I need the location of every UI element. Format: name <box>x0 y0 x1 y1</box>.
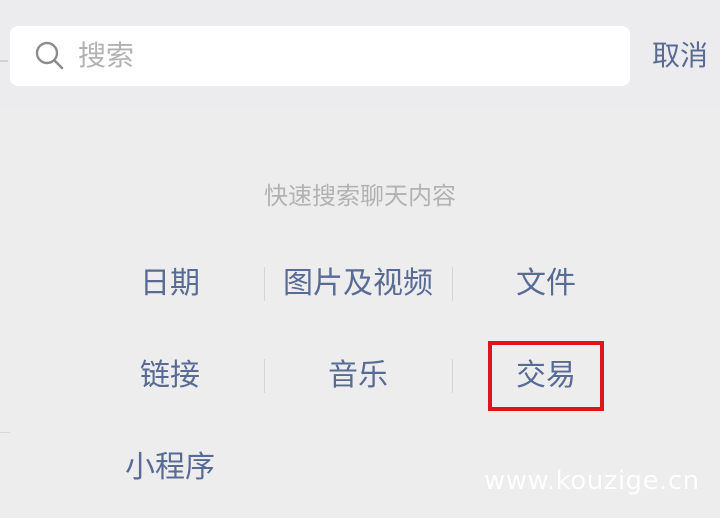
category-images-videos[interactable]: 图片及视频 <box>264 264 452 304</box>
category-music[interactable]: 音乐 <box>264 356 452 396</box>
search-icon <box>35 41 64 70</box>
watermark: www.kouzige.cn <box>484 466 700 496</box>
category-links[interactable]: 链接 <box>76 356 264 396</box>
search-input[interactable] <box>78 26 618 86</box>
category-files[interactable]: 文件 <box>452 264 640 304</box>
left-edge-mark <box>0 60 8 62</box>
search-box[interactable] <box>10 26 630 86</box>
left-edge-line <box>0 432 10 433</box>
search-hint: 快速搜索聊天内容 <box>264 182 456 210</box>
category-mini-programs[interactable]: 小程序 <box>76 448 264 488</box>
cancel-button[interactable]: 取消 <box>652 38 708 74</box>
highlight-box <box>488 341 604 411</box>
category-date[interactable]: 日期 <box>76 264 264 304</box>
